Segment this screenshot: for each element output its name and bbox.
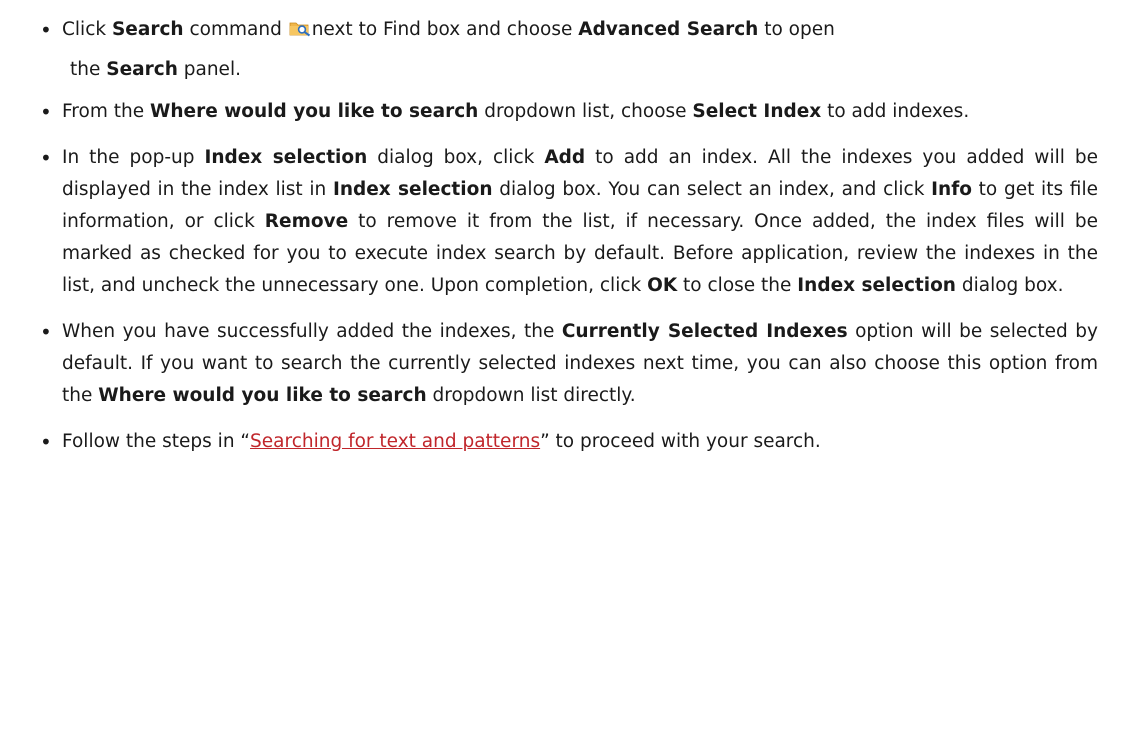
step-bold: Currently Selected Indexes — [561, 321, 848, 342]
step-text: dialog box. — [955, 275, 1064, 296]
search-folder-icon — [289, 16, 311, 37]
step-bold: Remove — [264, 211, 349, 232]
step-text: next to Find box and choose — [311, 19, 579, 40]
help-page: Click Search command next to Find box an… — [0, 0, 1128, 740]
step-text: to close the — [677, 275, 798, 296]
step-bold: Search — [106, 59, 178, 80]
step-bold: Where would you like to search — [98, 385, 427, 406]
steps-list: Click Search command next to Find box an… — [40, 14, 1098, 458]
step-text: In the pop-up — [62, 147, 205, 168]
step-text: dropdown list, choose — [478, 101, 693, 122]
step-bold: Advanced Search — [578, 19, 759, 40]
step-bold: Index selection — [204, 147, 368, 168]
step-bold: Where would you like to search — [149, 101, 479, 122]
step-text: command — [183, 19, 288, 40]
step-text: Click — [62, 19, 112, 40]
step-text: dialog box, click — [367, 147, 545, 168]
step-bold: Add — [544, 147, 586, 168]
step-line: the Search panel. — [62, 54, 1098, 86]
step-text: When you have successfully added the ind… — [62, 321, 562, 342]
step-item: In the pop-up Index selection dialog box… — [40, 142, 1098, 302]
step-text: ” to proceed with your search. — [540, 431, 821, 452]
step-bold: Search — [111, 19, 184, 40]
step-bold: Select Index — [692, 101, 822, 122]
step-item: Click Search command next to Find box an… — [40, 14, 1098, 86]
step-text: panel. — [177, 59, 241, 80]
step-text: the — [70, 59, 107, 80]
step-bold: Index selection — [797, 275, 956, 296]
searching-text-patterns-link[interactable]: Searching for text and patterns — [250, 431, 540, 452]
step-bold: Info — [931, 179, 972, 200]
step-text: to open — [758, 19, 835, 40]
step-text: Follow the steps in “ — [62, 431, 251, 452]
step-item: From the Where would you like to search … — [40, 96, 1098, 128]
step-text: From the — [62, 101, 150, 122]
step-text: to add indexes. — [821, 101, 970, 122]
step-item: When you have successfully added the ind… — [40, 316, 1098, 412]
step-bold: Index selection — [332, 179, 493, 200]
step-bold: OK — [647, 275, 678, 296]
step-item: Follow the steps in “Searching for text … — [40, 426, 1098, 458]
step-text: dialog box. You can select an index, and… — [492, 179, 932, 200]
step-text: dropdown list directly. — [426, 385, 636, 406]
